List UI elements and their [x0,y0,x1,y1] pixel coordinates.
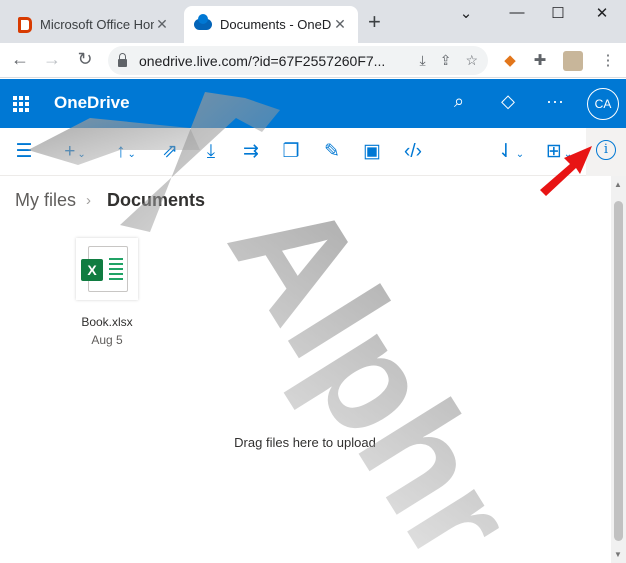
forward-arrow-icon[interactable]: → [41,49,63,70]
window-close-button[interactable]: ✕ [592,4,612,22]
url-text[interactable]: onedrive.live.com/?id=67F2557260F7... [139,53,406,69]
tab-documents-onedrive[interactable]: Documents - OneDr ✕ [184,6,358,43]
profile-cat-icon[interactable] [563,51,583,71]
avatar[interactable]: CA [587,88,619,120]
lock-icon[interactable] [118,52,127,67]
search-icon[interactable]: ⌕ [447,91,471,112]
excel-file-icon: X [81,246,128,292]
browser-toolbar: ← → ↻ onedrive.live.com/?id=67F2557260F7… [0,43,626,78]
download-icon[interactable]: ⤓ [420,52,426,69]
sort-icon[interactable]: ⇃ ⌄ [494,140,528,164]
hamburger-icon[interactable]: ☰ [12,140,36,164]
back-arrow-icon[interactable]: ← [9,49,31,70]
menu-dots-icon[interactable]: ⋮ [598,51,618,71]
info-icon[interactable]: i [596,140,616,160]
file-date: Aug 5 [91,333,123,347]
address-bar[interactable]: onedrive.live.com/?id=67F2557260F7... ⤓ … [108,46,488,75]
embed-code-icon[interactable]: ‹/› [400,140,426,164]
puzzle-icon[interactable]: ✚ [530,51,550,71]
chevron-right-icon: › [86,192,91,209]
upload-icon[interactable]: ↑ ⌄ [108,140,144,164]
move-icon[interactable]: ⇉ [239,140,263,164]
app-launcher-icon[interactable] [13,96,29,112]
scroll-down-icon[interactable]: ▼ [614,550,622,559]
close-icon[interactable]: ✕ [332,16,348,33]
command-bar: ☰ + ⌄ ↑ ⌄ ⇗ ⤓ ⇉ ❐ ✎ ▣ ‹/› ⇃ ⌄ ⊞ ⌄ [0,128,626,176]
new-icon[interactable]: + ⌄ [56,140,94,164]
copy-icon[interactable]: ❐ [279,140,303,164]
tab-title: Microsoft Office Hom [40,17,154,32]
scroll-up-icon[interactable]: ▲ [614,180,622,189]
file-name[interactable]: Book.xlsx [60,315,154,329]
close-icon[interactable]: ✕ [154,16,170,33]
scrollbar-thumb[interactable] [614,201,623,541]
vertical-scrollbar[interactable]: ▲ ▼ [611,176,626,563]
onedrive-header: OneDrive ⌕ ◇ ··· CA [0,79,626,128]
red-arrow-icon [540,146,592,196]
breadcrumb-my-files[interactable]: My files [15,190,76,211]
premium-diamond-icon[interactable]: ◇ [496,91,520,112]
tab-microsoft-office[interactable]: Microsoft Office Hom ✕ [8,6,180,43]
file-tile[interactable]: X [76,238,138,300]
drop-hint-text: Drag files here to upload [234,435,376,450]
browser-tab-strip: Microsoft Office Hom ✕ Documents - OneDr… [0,0,626,43]
app-title[interactable]: OneDrive [54,93,130,113]
minimize-button[interactable]: — [507,4,527,21]
new-tab-button[interactable]: + [368,11,381,33]
embed-preview-icon[interactable]: ▣ [360,140,384,164]
office-icon [18,16,32,33]
metamask-icon[interactable]: ◆ [500,51,520,71]
more-options-icon[interactable]: ··· [543,91,567,112]
watermark-text: Alphr [198,168,548,563]
download-icon[interactable]: ⤓ [199,140,223,164]
share-icon[interactable]: ⇗ [158,140,182,164]
tab-search-icon[interactable]: ⌄ [456,4,476,22]
reload-icon[interactable]: ↻ [74,49,96,70]
onedrive-icon [194,14,212,30]
rename-icon[interactable]: ✎ [320,140,344,164]
tab-title: Documents - OneDr [220,17,332,32]
star-icon[interactable]: ☆ [465,52,478,69]
maximize-button[interactable]: ☐ [548,4,568,22]
page-title[interactable]: Documents [107,190,205,211]
share-icon[interactable]: ⇪ [440,52,452,69]
